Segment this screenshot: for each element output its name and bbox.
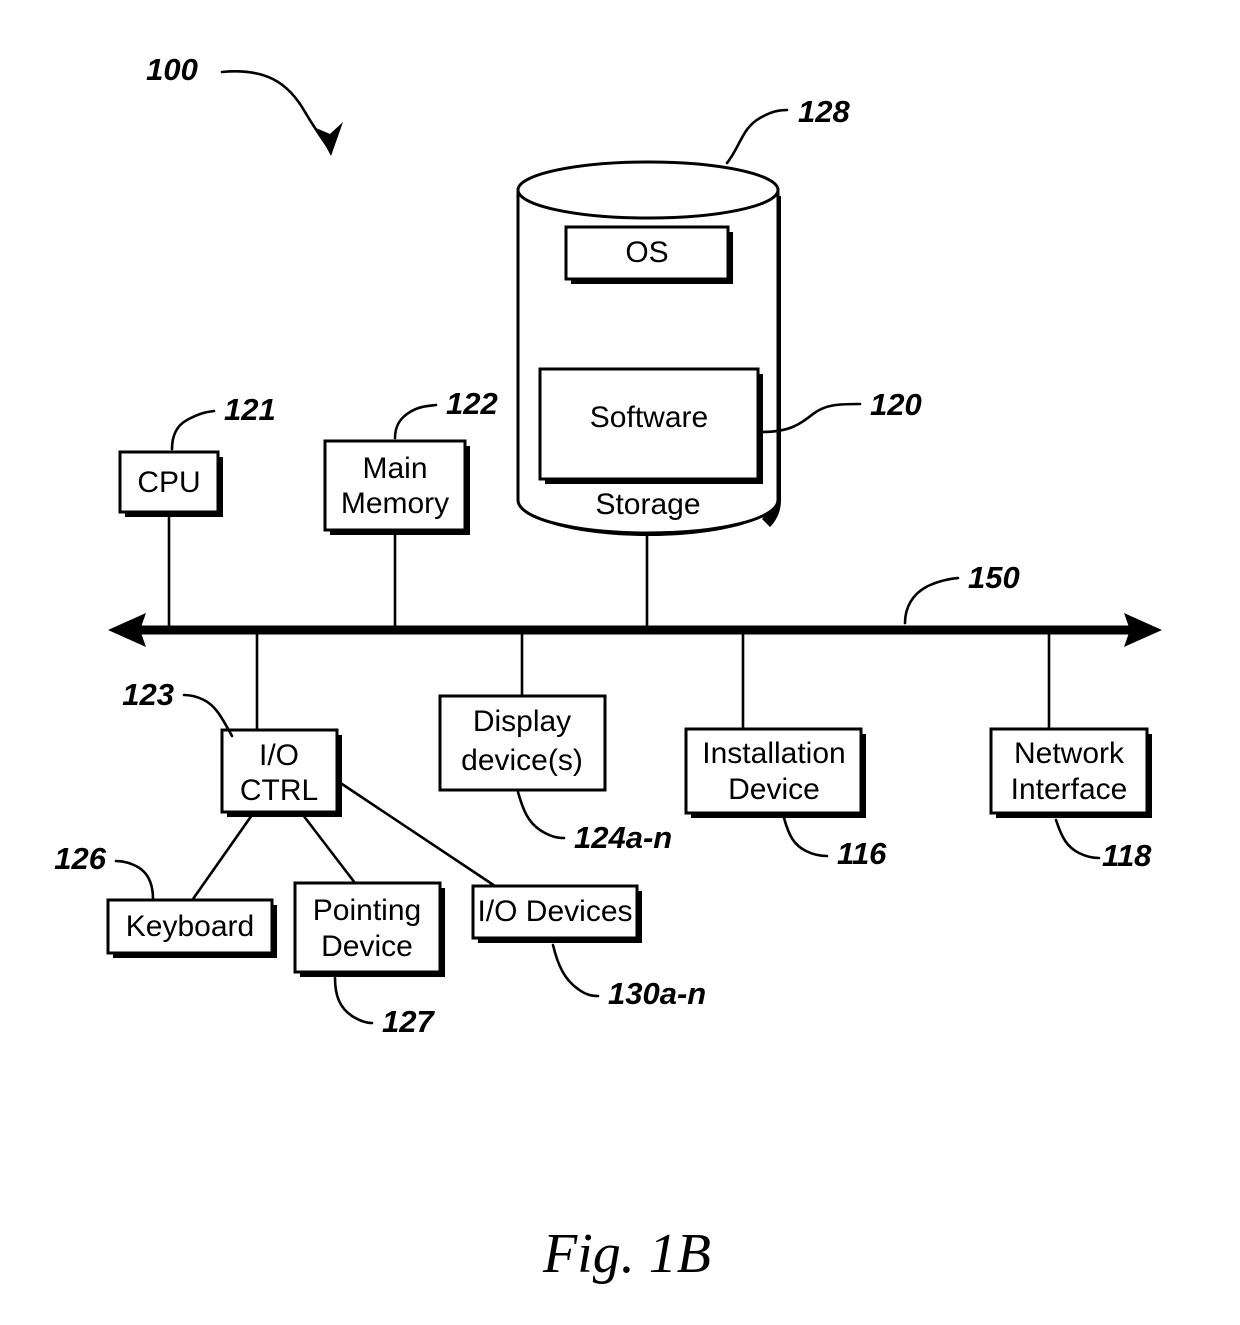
ref-100: 100 [146,52,198,87]
ref-124an: 124a-n [574,820,672,855]
network-interface-box: Network Interface [989,727,1152,818]
connector-ioctrl-keyboard [191,814,254,900]
diagram-canvas: 100 OS Software Storage 128 120 CPU 121 … [54,52,1162,1285]
ref-130an: 130a-n [608,976,706,1011]
figure-caption: Fig. 1B [542,1223,711,1285]
main-memory-box: Main Memory [323,439,470,535]
installation-device-box: Installation Device [684,727,866,818]
io-ctrl-label-line1: I/O [259,739,299,772]
keyboard-label: Keyboard [126,910,254,943]
ref-123: 123 [122,677,174,712]
pointing-device-label-line2: Device [321,930,413,963]
display-devices-label-line2: device(s) [461,744,583,777]
display-devices-ref-leader [516,790,566,840]
installation-device-label-line1: Installation [702,737,845,770]
ref-127: 127 [382,1004,435,1039]
keyboard-box: Keyboard [106,898,277,958]
keyboard-ref-leader [114,859,155,901]
main-memory-label-line2: Memory [341,487,449,520]
system-bus [108,613,1162,647]
software-box: Software [538,367,763,484]
network-interface-ref-leader [1054,818,1101,860]
ref-121: 121 [224,392,276,427]
installation-device-label-line2: Device [728,773,820,806]
os-label: OS [625,236,668,269]
io-devices-label: I/O Devices [477,895,632,928]
io-ctrl-label-line2: CTRL [240,774,318,807]
pointing-device-label-line1: Pointing [313,894,421,927]
cpu-label: CPU [137,466,200,499]
arrowhead [316,122,343,156]
pointing-device-ref-leader [333,976,374,1025]
display-devices-box: Display device(s) [438,694,607,792]
os-box: OS [564,225,733,284]
storage-ref-leader [725,108,789,165]
cpu-ref-leader [170,409,216,451]
ref-120: 120 [870,387,922,422]
ref-128: 128 [798,94,850,129]
connector-ioctrl-iodevices [338,780,496,888]
software-label: Software [590,401,708,434]
display-devices-label-line1: Display [473,705,571,738]
ref-116: 116 [837,836,887,871]
io-devices-box: I/O Devices [471,884,642,943]
ref-150: 150 [968,560,1020,595]
bus-ref-leader [903,576,960,625]
network-interface-label-line2: Interface [1011,773,1128,806]
system-ref-leader [220,70,343,156]
installation-device-ref-leader [782,816,829,858]
main-memory-label-line1: Main [362,452,427,485]
ref-126: 126 [54,841,106,876]
network-interface-label-line1: Network [1014,737,1125,770]
io-ctrl-box: I/O CTRL [220,728,342,817]
connector-ioctrl-pointing [301,814,357,884]
ref-122: 122 [446,386,498,421]
pointing-device-box: Pointing Device [293,881,445,977]
storage-label: Storage [595,488,700,521]
main-memory-ref-leader [393,403,438,440]
cylinder-top-ellipse [516,160,780,220]
cpu-box: CPU [118,450,223,517]
io-devices-ref-leader [551,943,600,998]
patent-figure-1b: 100 OS Software Storage 128 120 CPU 121 … [0,0,1240,1325]
ref-118: 118 [1102,838,1152,873]
